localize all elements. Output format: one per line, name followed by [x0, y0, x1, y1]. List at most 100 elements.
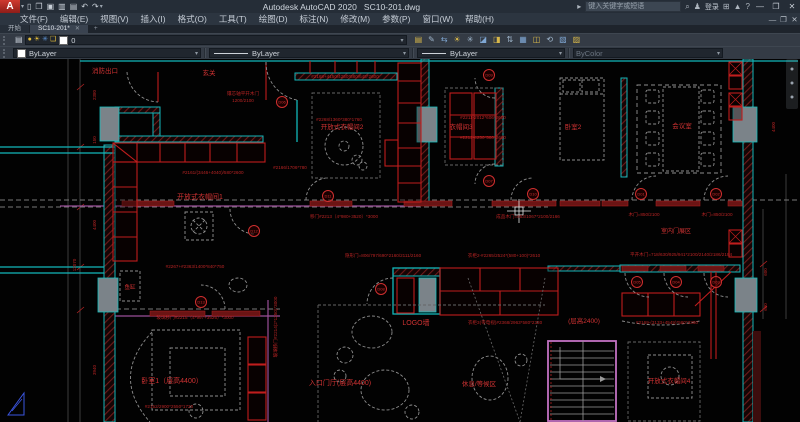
room-label: 消防出口 — [92, 66, 118, 75]
annotation-label: #2161/(3446+4040)/580*2600 — [182, 170, 244, 175]
floor-plan[interactable]: 消防出口玄关开放式衣帽间1开放式衣帽间2衣帽间3卧室2会议室室内门展区LOGO墙… — [0, 59, 800, 422]
toolbar-grip-2[interactable] — [3, 49, 10, 58]
layer-tool-icon[interactable]: ✳ — [467, 34, 474, 46]
lineweight-dropdown[interactable]: ByLayer ▾ — [417, 48, 565, 58]
layer-tool-icon[interactable]: ◪ — [479, 34, 487, 46]
layer-tool-icon[interactable]: ⇅ — [507, 34, 514, 46]
save-icon[interactable]: ▣ — [47, 0, 55, 13]
menu-item[interactable]: 标注(N) — [294, 13, 335, 25]
chevron-down-icon[interactable]: ▾ — [398, 37, 404, 44]
door-marker-label: D04 — [672, 280, 680, 285]
layer-tool-icon[interactable]: ◨ — [493, 34, 501, 46]
dimension-label: 600 — [763, 303, 768, 311]
color-value: ByLayer — [29, 49, 57, 58]
layer-on-icon[interactable]: ● — [28, 35, 32, 45]
layer-vp-freeze-icon[interactable]: ✳ — [42, 35, 48, 45]
layer-tool-icon[interactable]: ⟲ — [546, 34, 553, 46]
tab-close-icon[interactable]: ✕ — [75, 26, 80, 32]
logo-caret-icon[interactable]: ▾ — [21, 3, 24, 10]
menu-item[interactable]: 工具(T) — [213, 13, 253, 25]
room-label: 开放式衣帽间2 — [321, 122, 364, 131]
infocenter: ▸ 键入关键字或短语 ⌕ ♟ 登录 ⊞ ▲ ? — ❐ ✕ — [577, 1, 800, 12]
menu-item[interactable]: 修改(M) — [334, 13, 376, 25]
room-label: 开放式衣帽间4 — [648, 376, 691, 385]
chevron-down-icon[interactable]: ▾ — [556, 50, 562, 57]
layer-thaw-icon[interactable]: ☀ — [34, 35, 40, 45]
open-icon[interactable]: ❐ — [35, 0, 42, 13]
qat-caret-icon[interactable]: ▾ — [100, 3, 103, 10]
layer-tool-icon[interactable]: ◫ — [533, 34, 541, 46]
user-icon[interactable]: ♟ — [694, 2, 701, 11]
annotation-label: 镶芯轴平开木门 — [227, 90, 260, 97]
layer-color-swatch — [59, 36, 68, 45]
menu-item[interactable]: 帮助(H) — [459, 13, 500, 25]
layer-lock-icon[interactable]: ❑ — [50, 35, 56, 45]
door-marker-label: D09 — [485, 73, 493, 78]
doc-restore-button[interactable]: ❐ — [778, 15, 789, 24]
save-as-icon[interactable]: ▥ — [58, 0, 66, 13]
restore-button[interactable]: ❐ — [770, 2, 782, 11]
dimension-label: 150 — [92, 136, 97, 144]
search-icon[interactable]: ⌕ — [685, 2, 689, 12]
close-button[interactable]: ✕ — [786, 2, 798, 11]
drawing-area[interactable]: 消防出口玄关开放式衣帽间1开放式衣帽间2衣帽间3卧室2会议室室内门展区LOGO墙… — [0, 59, 800, 422]
plot-icon[interactable]: ▤ — [70, 0, 78, 13]
menu-item[interactable]: 参数(P) — [376, 13, 416, 25]
annotation-label: #2212-4250*580*2600 — [460, 135, 506, 140]
layer-tool-icon[interactable]: ▦ — [519, 34, 527, 46]
minimize-button[interactable]: — — [754, 2, 766, 11]
linetype-value: ByLayer — [252, 49, 280, 58]
stairs — [548, 341, 616, 421]
menu-item[interactable]: 编辑(E) — [54, 13, 94, 25]
annotation-label: 木门=850/2100 — [701, 211, 732, 218]
new-tab-button[interactable]: + — [89, 25, 103, 33]
search-caret-icon[interactable]: ▸ — [577, 2, 581, 11]
doc-close-button[interactable]: ✕ — [789, 15, 800, 24]
room-label: 休息/等候区 — [462, 379, 497, 388]
annotation-label: 成品木门=853/1067*2100/2166 — [496, 213, 560, 220]
lineweight-sample — [422, 53, 446, 54]
layer-tool-icon[interactable]: ▤ — [415, 34, 423, 46]
search-input[interactable]: 键入关键字或短语 — [585, 1, 681, 12]
new-icon[interactable]: ▯ — [27, 0, 31, 13]
share-icon[interactable]: ▲ — [734, 2, 742, 11]
menu-item[interactable]: 格式(O) — [172, 13, 213, 25]
lineweight-value: ByLayer — [450, 49, 478, 58]
layer-tool-icon[interactable]: ☀ — [454, 34, 461, 46]
layers-toolbar: ▤ ● ☀ ✳ ❑ 0 ▾ ▤✎⇆☀✳◪◨⇅▦◫⟲▧▨ — [0, 33, 800, 46]
annotation-label: 1200/2100 — [232, 98, 254, 103]
toolbar-grip[interactable] — [3, 36, 10, 45]
menu-item[interactable]: 文件(F) — [14, 13, 54, 25]
menu-item[interactable]: 窗口(W) — [416, 13, 459, 25]
layer-tool-icon[interactable]: ▨ — [573, 34, 581, 46]
room-label: 衣帽间3 — [449, 122, 473, 131]
help-icon[interactable]: ? — [746, 2, 750, 11]
menu-item[interactable]: 视图(V) — [94, 13, 134, 25]
sign-in-link[interactable]: 登录 — [705, 2, 719, 12]
menu-item[interactable]: 插入(I) — [135, 13, 172, 25]
chevron-down-icon[interactable]: ▾ — [192, 50, 198, 57]
annotation-label: #2152/2900*2550*1720 — [145, 404, 194, 409]
app-store-icon[interactable]: ⊞ — [723, 2, 730, 11]
tab-start[interactable]: 开始 — [0, 25, 29, 33]
tab-drawing[interactable]: SC10-201*✕ — [30, 25, 88, 33]
dimension-label: 12070 — [72, 258, 77, 271]
layer-tool-icon[interactable]: ▧ — [559, 34, 567, 46]
doc-minimize-button[interactable]: — — [767, 15, 778, 24]
color-dropdown[interactable]: ByLayer ▾ — [13, 48, 201, 58]
annotation-labels: 镶芯轴平开木门1200/2100#2168+4150/4250*580/645*… — [145, 74, 733, 409]
autocad-logo-icon[interactable]: A — [0, 0, 20, 13]
layer-properties-icon[interactable]: ▤ — [15, 34, 23, 46]
layer-dropdown[interactable]: ● ☀ ✳ ❑ 0 ▾ — [25, 35, 407, 45]
quick-access-toolbar: ▯ ❐ ▣▥ ▤↶ ↷ — [27, 0, 99, 13]
chevron-down-icon[interactable]: ▾ — [400, 50, 406, 57]
redo-icon[interactable]: ↷ — [92, 0, 99, 13]
layer-tool-icon[interactable]: ⇆ — [441, 34, 448, 46]
undo-icon[interactable]: ↶ — [81, 0, 88, 13]
menu-items: 文件(F)编辑(E)视图(V)插入(I)格式(O)工具(T)绘图(D)标注(N)… — [14, 13, 500, 25]
room-label: 鱼缸 — [124, 283, 136, 291]
door-marker-label: D06 — [278, 100, 286, 105]
menu-item[interactable]: 绘图(D) — [253, 13, 294, 25]
layer-tool-icon[interactable]: ✎ — [428, 34, 435, 46]
linetype-dropdown[interactable]: ByLayer ▾ — [209, 48, 409, 58]
